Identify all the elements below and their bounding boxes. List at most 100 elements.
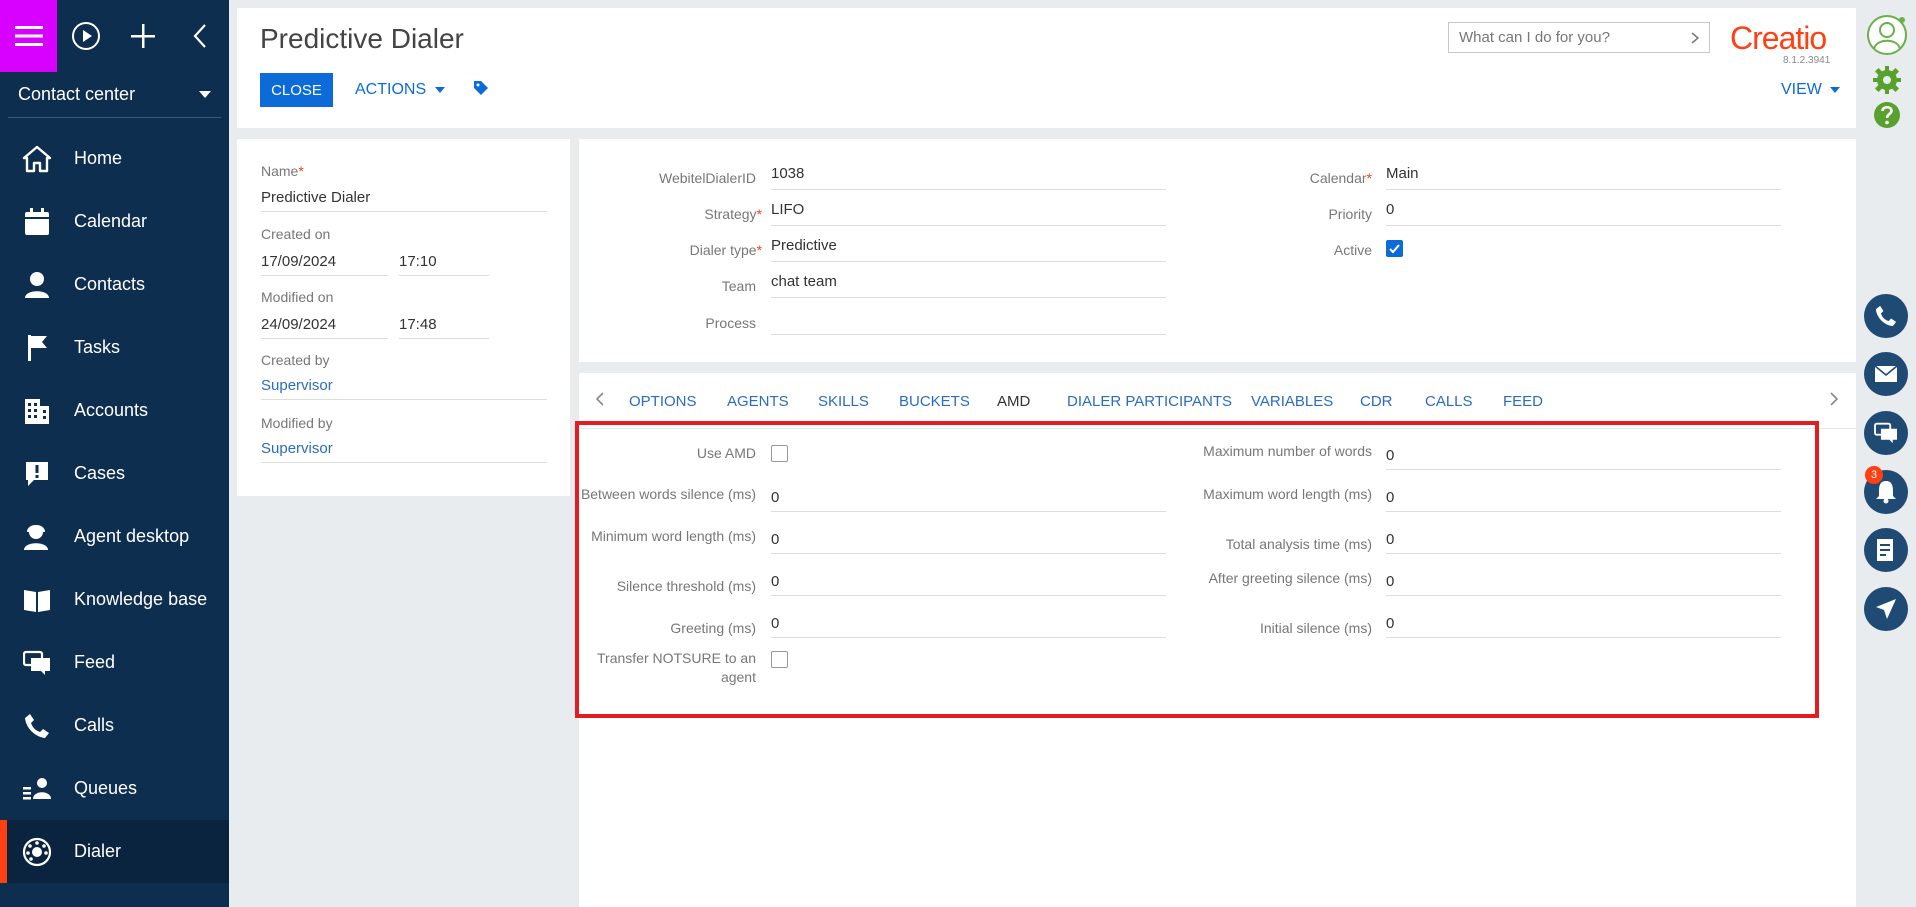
- tab-dialer-participants[interactable]: DIALER PARTICIPANTS: [1067, 393, 1232, 410]
- sidebar-item-home[interactable]: Home: [0, 127, 229, 190]
- home-icon: [22, 144, 52, 174]
- search-placeholder: What can I do for you?: [1459, 29, 1610, 46]
- phone-icon: [22, 711, 52, 741]
- created-time-field: 17:10: [399, 253, 489, 276]
- process-field[interactable]: [771, 307, 1166, 335]
- user-avatar-icon: [1867, 15, 1907, 55]
- sidebar-item-dialer[interactable]: Dialer: [0, 820, 229, 883]
- sidebar-item-accounts[interactable]: Accounts: [0, 379, 229, 442]
- created-on-label: Created on: [261, 226, 331, 242]
- collapse-sidebar-button[interactable]: [172, 0, 229, 72]
- sidebar-item-partial: [0, 883, 229, 907]
- sidebar-item-label: Agent desktop: [74, 526, 190, 546]
- sidebar-item-queues[interactable]: Queues: [0, 757, 229, 820]
- chevron-left-icon: [595, 392, 604, 406]
- sidebar-item-contacts[interactable]: Contacts: [0, 253, 229, 316]
- profile-button[interactable]: [1866, 14, 1908, 61]
- tab-scroll-right-button[interactable]: [1829, 391, 1839, 412]
- rail-chat-button[interactable]: [1864, 411, 1908, 455]
- tag-button[interactable]: [473, 80, 489, 101]
- help-button[interactable]: [1872, 100, 1902, 135]
- sidebar-item-label: Accounts: [74, 400, 149, 420]
- add-button[interactable]: [115, 0, 172, 72]
- contact-icon: [22, 270, 52, 300]
- sidebar-item-feed[interactable]: Feed: [0, 631, 229, 694]
- team-label: Team: [721, 278, 756, 294]
- hamburger-icon: [14, 26, 43, 46]
- tab-options[interactable]: OPTIONS: [629, 393, 697, 410]
- bell-icon: [1876, 481, 1896, 504]
- tab-agents[interactable]: AGENTS: [727, 393, 789, 410]
- actions-button[interactable]: ACTIONS: [355, 81, 445, 99]
- tab-cdr[interactable]: CDR: [1360, 393, 1393, 410]
- tab-feed[interactable]: FEED: [1503, 393, 1543, 410]
- modified-by-label: Modified by: [261, 415, 333, 431]
- tab-skills[interactable]: SKILLS: [818, 393, 869, 410]
- strategy-field[interactable]: LIFO: [771, 198, 1166, 226]
- sidebar-item-label: Calls: [74, 715, 115, 735]
- tab-buckets[interactable]: BUCKETS: [899, 393, 970, 410]
- version-label: 8.1.2.3941: [1783, 55, 1831, 66]
- priority-label: Priority: [1328, 206, 1372, 222]
- calendar-field[interactable]: Main: [1386, 162, 1781, 190]
- command-search-input[interactable]: What can I do for you?: [1448, 22, 1710, 53]
- close-button[interactable]: CLOSE: [260, 73, 333, 107]
- building-icon: [22, 396, 52, 426]
- sidebar-item-cases[interactable]: Cases: [0, 442, 229, 505]
- case-icon: [22, 459, 52, 489]
- caret-down-icon: [199, 90, 211, 98]
- sidebar-item-calls[interactable]: Calls: [0, 694, 229, 757]
- workspace-selector[interactable]: Contact center: [8, 72, 221, 118]
- notification-badge: 3: [1865, 466, 1883, 484]
- right-rail: [1856, 0, 1916, 907]
- caret-down-icon: [1830, 86, 1841, 93]
- sidebar-item-agent-desktop[interactable]: Agent desktop: [0, 505, 229, 568]
- sidebar-item-calendar[interactable]: Calendar: [0, 190, 229, 253]
- settings-button[interactable]: [1872, 65, 1902, 100]
- sidebar-item-label: Dialer: [74, 841, 122, 861]
- run-process-button[interactable]: [57, 0, 114, 72]
- active-checkbox[interactable]: [1386, 240, 1403, 257]
- process-label: Process: [705, 315, 756, 331]
- send-icon: [1876, 599, 1896, 619]
- page-title: Predictive Dialer: [260, 23, 464, 54]
- tab-calls[interactable]: CALLS: [1425, 393, 1473, 410]
- view-label: VIEW: [1781, 81, 1822, 98]
- webitel-id-field[interactable]: 1038: [771, 162, 1166, 190]
- name-field[interactable]: Predictive Dialer: [261, 189, 547, 212]
- chevron-right-icon: [1830, 392, 1839, 406]
- rail-document-button[interactable]: [1864, 528, 1908, 572]
- sidebar-toolbar: [0, 0, 229, 72]
- flag-icon: [22, 333, 52, 363]
- rail-phone-button[interactable]: [1864, 294, 1908, 338]
- tab-scroll-left-button[interactable]: [595, 391, 605, 412]
- sidebar-item-label: Cases: [74, 463, 126, 483]
- creatio-logo: Creatio: [1730, 20, 1827, 56]
- tab-variables[interactable]: VARIABLES: [1251, 393, 1333, 410]
- view-button[interactable]: VIEW: [1781, 81, 1841, 99]
- agent-icon: [22, 522, 52, 552]
- sidebar-item-knowledge-base[interactable]: Knowledge base: [0, 568, 229, 631]
- sidebar-item-tasks[interactable]: Tasks: [0, 316, 229, 379]
- chevron-right-icon: [1691, 31, 1699, 44]
- rail-send-button[interactable]: [1864, 587, 1908, 631]
- webitel-id-label: WebitelDialerID: [659, 170, 756, 186]
- tab-amd[interactable]: AMD: [997, 393, 1030, 410]
- chevron-left-icon: [193, 24, 207, 48]
- play-icon: [71, 22, 100, 50]
- dialer-type-label: Dialer type*: [689, 242, 762, 258]
- partial-icon: [22, 897, 52, 907]
- document-icon: [1877, 539, 1893, 561]
- active-label: Active: [1333, 242, 1372, 258]
- rail-email-button[interactable]: [1864, 352, 1908, 396]
- priority-field[interactable]: 0: [1386, 198, 1781, 226]
- sidebar-item-label: Feed: [74, 652, 116, 672]
- strategy-label: Strategy*: [704, 206, 762, 222]
- modified-by-link[interactable]: Supervisor: [261, 440, 547, 463]
- actions-label: ACTIONS: [355, 81, 427, 98]
- menu-button[interactable]: [0, 0, 58, 72]
- dialer-type-field[interactable]: Predictive: [771, 234, 1166, 262]
- created-by-link[interactable]: Supervisor: [261, 377, 547, 400]
- workspace-label: Contact center: [18, 84, 136, 104]
- team-field[interactable]: chat team: [771, 270, 1166, 298]
